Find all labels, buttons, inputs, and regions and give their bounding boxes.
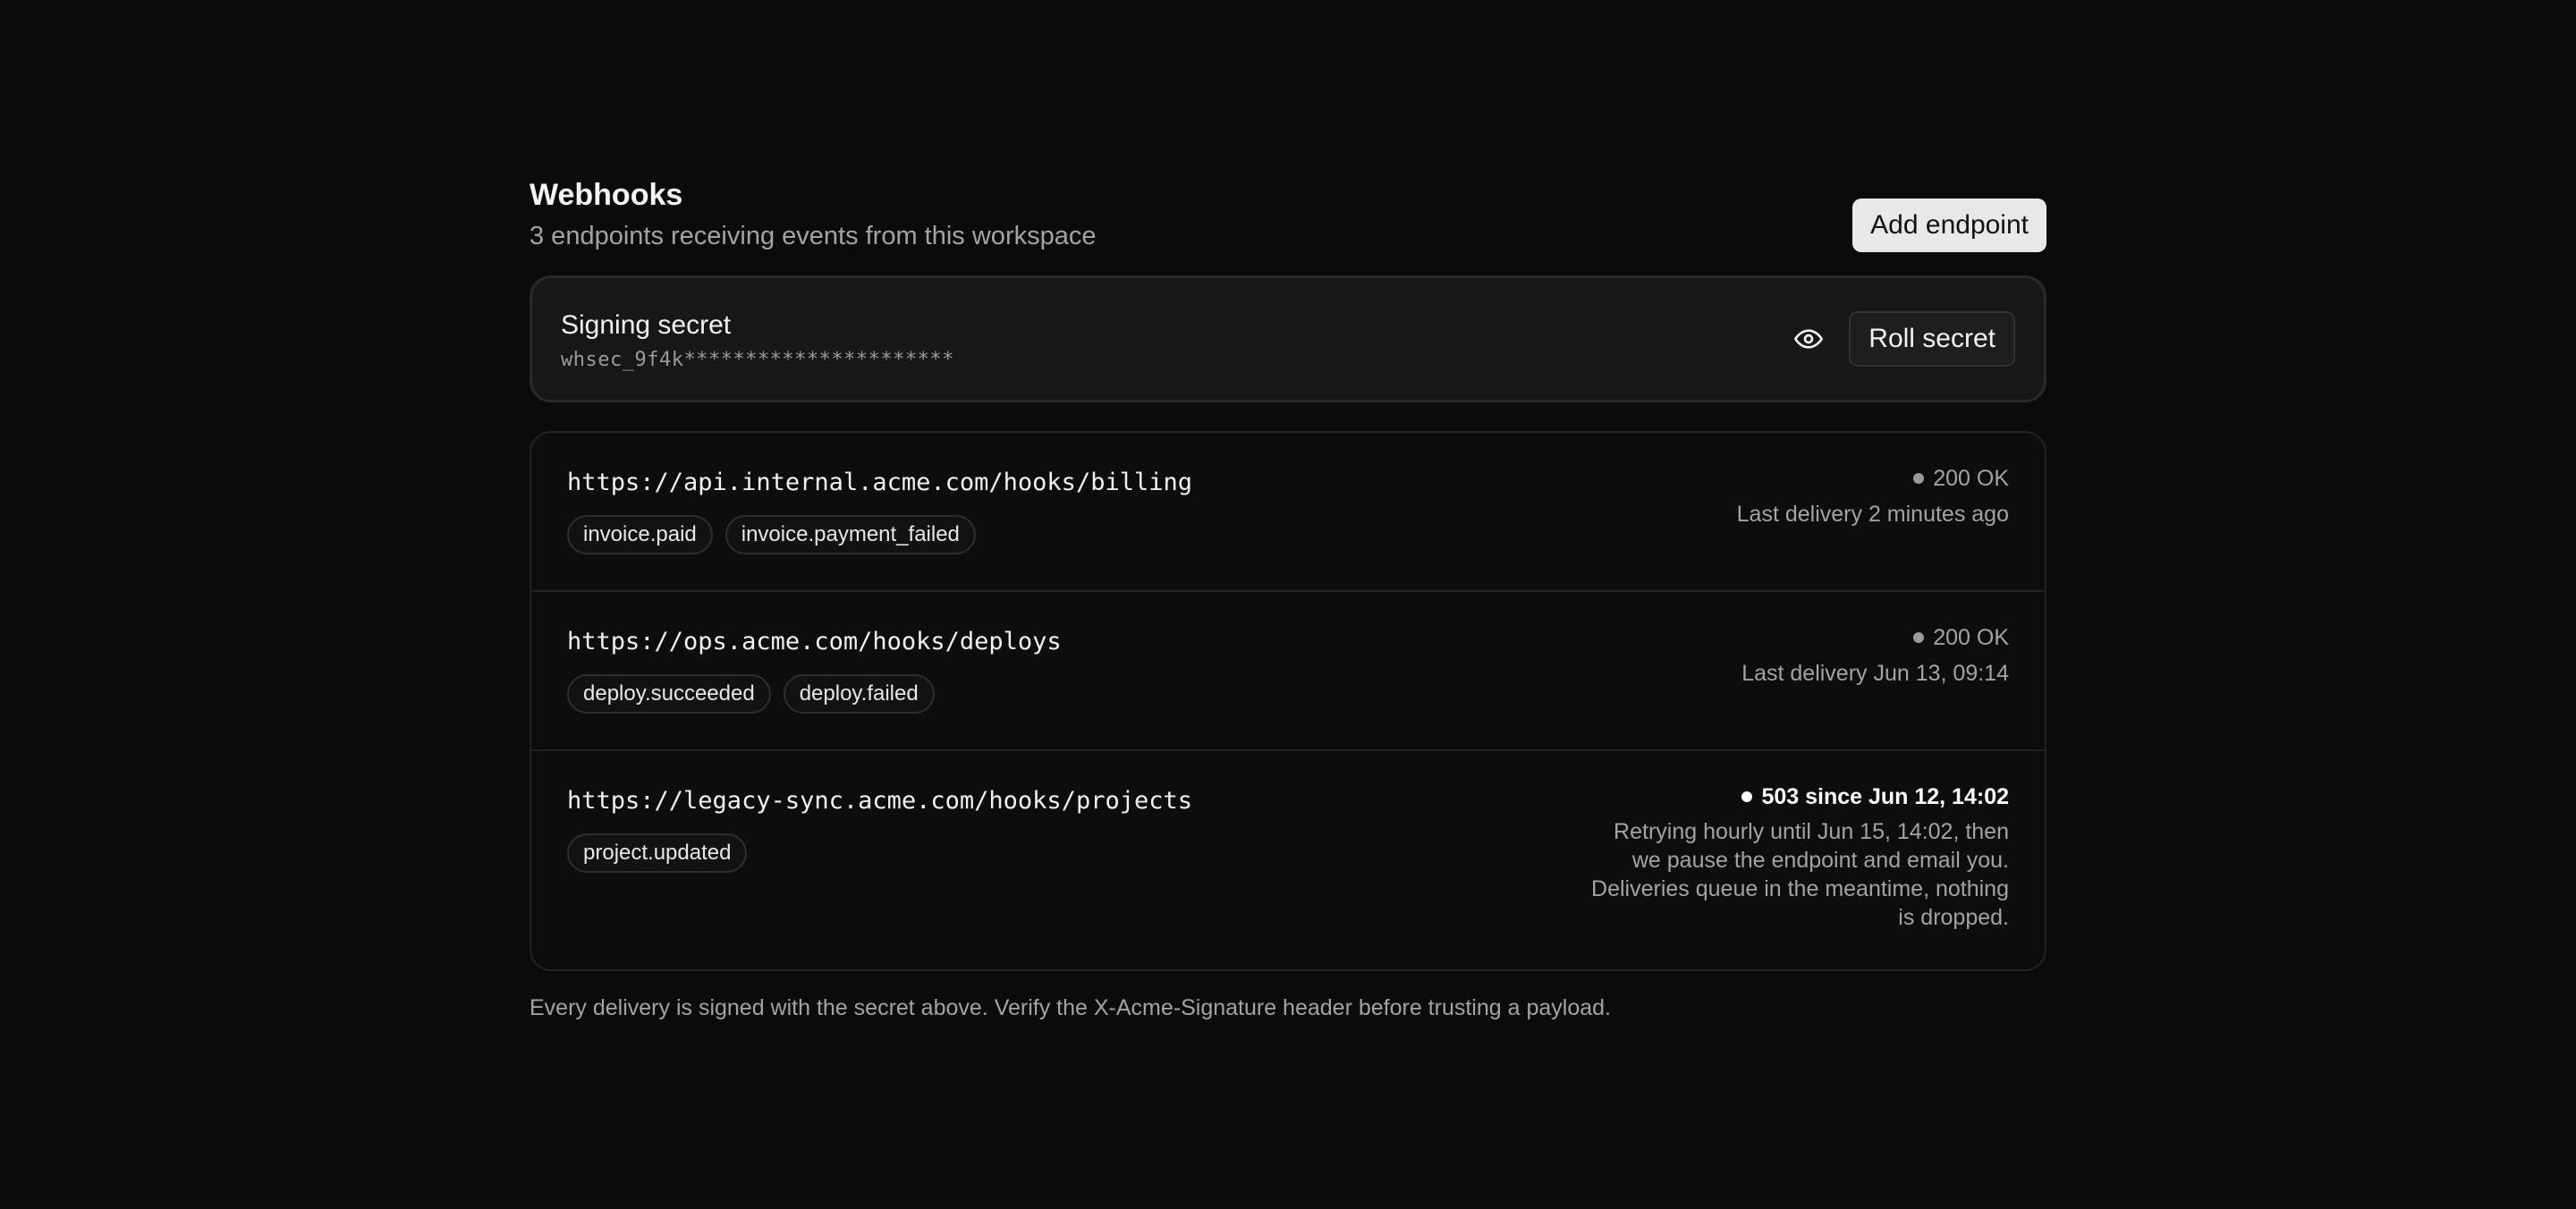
secret-title: Signing secret [561, 309, 732, 340]
signing-secret-card: Signing secret whsec_9f4k***************… [530, 275, 2046, 402]
event-tag: deploy.failed [783, 674, 935, 714]
footer-note: Every delivery is signed with the secret… [530, 995, 1611, 1020]
status-dot [1741, 791, 1753, 802]
secret-actions: Roll secret [1793, 311, 2015, 367]
event-tags: deploy.succeeded deploy.failed [567, 674, 1062, 714]
page-title: Webhooks [530, 178, 683, 212]
event-tags: invoice.paid invoice.payment_failed [567, 515, 1192, 554]
endpoint-status: 200 OK Last delivery Jun 13, 09:14 [1741, 625, 2009, 749]
event-tag: invoice.paid [567, 515, 713, 554]
endpoint-row[interactable]: https://ops.acme.com/hooks/deploys deplo… [531, 592, 2045, 751]
status-badge-error: 503 since Jun 12, 14:02 [1741, 782, 2009, 812]
endpoint-row[interactable]: https://legacy-sync.acme.com/hooks/proje… [531, 751, 2045, 969]
secret-info: Signing secret whsec_9f4k***************… [561, 308, 954, 371]
endpoint-status: 503 since Jun 12, 14:02 Retrying hourly … [1580, 782, 2009, 969]
last-delivery: Last delivery 2 minutes ago [1736, 502, 2009, 527]
endpoint-info: https://api.internal.acme.com/hooks/bill… [567, 467, 1192, 590]
last-delivery: Last delivery Jun 13, 09:14 [1741, 661, 2009, 686]
status-dot [1913, 473, 1925, 484]
retry-note: Retrying hourly until Jun 15, 14:02, the… [1591, 819, 2009, 930]
endpoint-row[interactable]: https://api.internal.acme.com/hooks/bill… [531, 433, 2045, 592]
webhooks-page: Webhooks 3 endpoints receiving events fr… [530, 173, 2046, 1023]
status-dot [1913, 632, 1925, 643]
event-tags: project.updated [567, 833, 1192, 873]
status-text: 200 OK [1933, 466, 2009, 491]
eye-icon[interactable] [1793, 324, 1824, 354]
endpoint-url[interactable]: https://api.internal.acme.com/hooks/bill… [567, 467, 1192, 499]
page-subtitle: 3 endpoints receiving events from this w… [530, 222, 1097, 250]
endpoint-url[interactable]: https://ops.acme.com/hooks/deploys [567, 626, 1062, 658]
secret-value: whsec_9f4k********************** [561, 348, 954, 371]
status-text: 503 since Jun 12, 14:02 [1761, 784, 2009, 809]
header-text: Webhooks 3 endpoints receiving events fr… [530, 175, 1096, 254]
event-tag: invoice.payment_failed [724, 515, 976, 554]
endpoint-status: 200 OK Last delivery 2 minutes ago [1736, 466, 2009, 590]
add-endpoint-button[interactable]: Add endpoint [1852, 199, 2046, 252]
status-badge: 200 OK [1913, 463, 2009, 494]
endpoint-url[interactable]: https://legacy-sync.acme.com/hooks/proje… [567, 785, 1192, 817]
endpoint-info: https://legacy-sync.acme.com/hooks/proje… [567, 785, 1192, 969]
page-header: Webhooks 3 endpoints receiving events fr… [530, 173, 2046, 254]
roll-secret-button[interactable]: Roll secret [1849, 311, 2015, 367]
status-text: 200 OK [1933, 625, 2009, 650]
event-tag: project.updated [567, 833, 748, 873]
endpoint-list: https://api.internal.acme.com/hooks/bill… [530, 431, 2046, 971]
status-badge: 200 OK [1913, 622, 2009, 653]
event-tag: deploy.succeeded [567, 674, 771, 714]
endpoint-info: https://ops.acme.com/hooks/deploys deplo… [567, 626, 1062, 749]
